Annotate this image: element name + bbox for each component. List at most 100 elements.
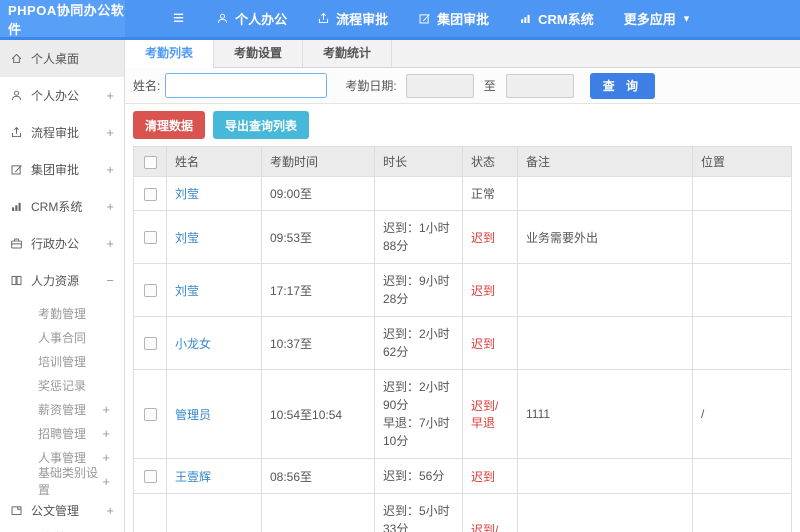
sidebar-item-5[interactable]: CRM系统 + [0,188,124,225]
sidebar-subitem-label: 基础类别设置 [38,466,99,497]
employee-name-link[interactable]: 管理员 [175,408,211,422]
expand-toggle-icon[interactable]: + [106,236,114,251]
expand-toggle-icon[interactable]: + [102,450,110,465]
flow-icon [10,126,23,139]
column-header: 姓名 [166,146,262,177]
expand-toggle-icon[interactable]: + [106,88,114,103]
note-cell: 业务需要外出 [517,210,693,264]
employee-name-link[interactable]: 小龙女 [175,337,211,351]
expand-toggle-icon[interactable]: + [106,503,114,518]
status-badge: 迟到 [471,336,496,351]
name-label: 姓名: [133,79,161,93]
location-cell [692,263,792,317]
sidebar: 个人桌面 个人办公 + 流程审批 + 集团审批 + CRM系统 + 行政办公 + 人力资源 − 考勤管理人… [0,40,125,532]
sidebar-item-8[interactable]: 公文管理 + [0,497,124,524]
expand-toggle-icon[interactable]: + [102,402,110,417]
sidebar-subitem-2[interactable]: 人事合同 [0,325,124,349]
time-cell: 13:20至13:20 [261,493,375,532]
caret-down-icon: ▾ [683,13,690,25]
menu-icon[interactable]: ≡ [173,9,184,28]
to-label: 至 [483,79,496,93]
sidebar-subitem-label: 人事管理 [38,450,87,465]
app-logo: PHPOA协同办公软件 [0,0,125,37]
row-checkbox-cell [133,369,167,459]
row-checkbox[interactable] [143,337,157,351]
sidebar-subitem-6[interactable]: 招聘管理 + [0,421,124,445]
sidebar-subitem-4[interactable]: 奖惩记录 [0,373,124,397]
book-icon [10,274,23,287]
duration-line: 早退：7小时10分 [383,416,450,448]
sidebar-item-label: 公文管理 [31,504,80,518]
sidebar-item-label: 人力资源 [31,274,80,288]
clean-data-button[interactable]: 清理数据 [133,111,206,139]
sidebar-subitem-8[interactable]: 基础类别设置 + [0,466,124,497]
name-cell: 黄蓉 [166,493,262,532]
sidebar-subitem-3[interactable]: 培训管理 [0,349,124,373]
sidebar-item-9[interactable]: 用车管理+ [0,524,124,532]
time-cell: 10:37至 [261,316,375,370]
name-input[interactable] [165,73,328,98]
sidebar-item-2[interactable]: 个人办公 + [0,77,124,114]
sidebar-item-6[interactable]: 行政办公 + [0,225,124,262]
duration-cell: 迟到：9小时28分 [374,263,463,317]
sidebar-subitem-label: 人事合同 [38,330,87,345]
date-to-input[interactable] [505,73,574,98]
sidebar-item-3[interactable]: 流程审批 + [0,114,124,151]
select-all-checkbox[interactable] [143,155,157,169]
nav-item-4[interactable]: CRM系统 [519,9,594,28]
status-badge: 迟到/早退 [471,399,499,430]
sidebar-subitem-label: 培训管理 [38,354,87,369]
duration-line: 迟到：2小时62分 [383,327,450,359]
sidebar-subitem-label: 招聘管理 [38,426,87,441]
table-row: 刘莹 17:17至 迟到：9小时28分 迟到 [133,263,792,317]
expand-toggle-icon[interactable]: + [102,474,110,489]
expand-toggle-icon[interactable]: + [102,426,110,441]
nav-item-3[interactable]: 集团审批 [418,9,489,28]
table-row: 管理员 10:54至10:54 迟到：2小时90分 早退：7小时10分 迟到/早退 111… [133,369,792,459]
row-checkbox-cell [133,458,167,494]
note-cell [517,458,693,494]
duration-line: 迟到：2小时90分 [383,380,450,412]
sidebar-item-7[interactable]: 人力资源 − [0,262,124,299]
nav-item-5[interactable]: 更多应用 ▾ [624,9,690,28]
date-from-input[interactable] [405,73,474,98]
expand-toggle-icon[interactable]: + [106,199,114,214]
sidebar-item-1[interactable]: 个人桌面 [0,40,124,77]
sidebar-item-4[interactable]: 集团审批 + [0,151,124,188]
employee-name-link[interactable]: 刘莹 [175,284,199,298]
location-cell [692,210,792,264]
row-checkbox[interactable] [143,408,157,422]
row-checkbox[interactable] [143,187,157,201]
employee-name-link[interactable]: 刘莹 [175,187,199,201]
tab-3[interactable]: 考勤统计 [303,40,393,67]
export-list-button[interactable]: 导出查询列表 [213,111,310,139]
sidebar-subitem-1[interactable]: 考勤管理 [0,301,124,325]
name-cell: 刘莹 [166,263,262,317]
query-button[interactable]: 查 询 [589,72,656,99]
expand-toggle-icon[interactable]: + [106,162,114,177]
table-header-row: 姓名 考勤时间 时长 状态 备注 位置 [133,146,792,177]
home-icon [10,52,23,65]
main-content: 考勤列表 考勤设置 考勤统计 姓名: 考勤日期: 至 查 询 清理数据 导出查询列表… [125,40,800,532]
expand-toggle-icon[interactable]: − [106,273,114,288]
status-cell: 正常 [462,176,518,211]
row-checkbox[interactable] [143,231,157,245]
employee-name-link[interactable]: 王壹辉 [175,470,211,484]
sidebar-subitem-5[interactable]: 薪资管理 + [0,397,124,421]
nav-item-1[interactable]: 个人办公 [216,9,287,28]
nav-item-2[interactable]: 流程审批 [317,9,388,28]
expand-toggle-icon[interactable]: + [106,125,114,140]
employee-name-link[interactable]: 刘莹 [175,231,199,245]
nav-item-label: 集团审批 [437,12,490,27]
location-cell [692,316,792,370]
duration-cell: 迟到：2小时62分 [374,316,463,370]
name-cell: 刘莹 [166,176,262,211]
status-cell: 迟到 [462,210,518,264]
tab-1[interactable]: 考勤列表 [125,40,215,68]
nav-item-label: 流程审批 [336,12,389,27]
tab-2[interactable]: 考勤设置 [214,40,304,67]
nav-item-label: 个人办公 [235,12,288,27]
table-row: 小龙女 10:37至 迟到：2小时62分 迟到 [133,316,792,370]
row-checkbox[interactable] [143,284,157,298]
row-checkbox[interactable] [143,470,157,484]
